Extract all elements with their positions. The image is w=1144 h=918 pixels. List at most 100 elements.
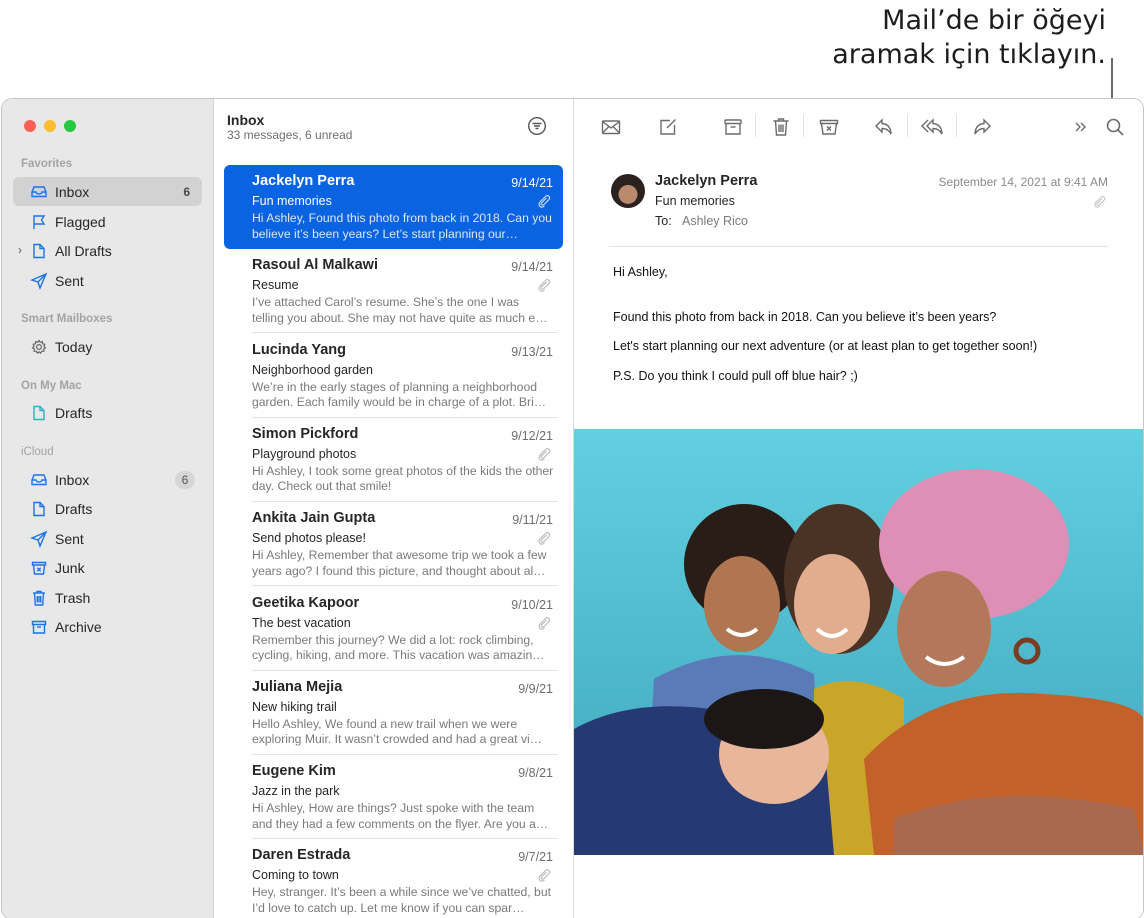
archive-button[interactable] <box>722 116 744 138</box>
sidebar-item-junk[interactable]: Junk <box>13 553 202 582</box>
sidebar-item-all-drafts[interactable]: › All Drafts <box>13 236 202 265</box>
message-row[interactable]: Juliana Mejia 9/9/21 New hiking trail Hello… <box>224 671 563 755</box>
sidebar-item-icloud-sent[interactable]: Sent <box>13 524 202 553</box>
message-preview: Hey, stranger. It’s been a while since w… <box>252 885 551 915</box>
reply-all-button[interactable] <box>920 116 946 138</box>
mail-window: Favorites Inbox 6 Flagged › All Drafts S… <box>1 98 1144 918</box>
sidebar-item-favorites-inbox[interactable]: Inbox 6 <box>13 177 202 206</box>
toolbar-separator <box>907 115 908 137</box>
message-row[interactable]: Lucinda Yang 9/13/21 Neighborhood garden We… <box>224 334 563 418</box>
message-row[interactable]: Geetika Kapoor 9/10/21 The best vacation Re… <box>224 587 563 671</box>
message-list: Inbox 33 messages, 6 unread Jackelyn Per… <box>214 99 574 918</box>
compose-button[interactable] <box>657 116 679 138</box>
message-row[interactable]: Rasoul Al Malkawi 9/14/21 Resume I’ve attac… <box>224 249 563 334</box>
sidebar-item-label: Sent <box>55 272 84 289</box>
minimize-button[interactable] <box>44 120 56 132</box>
trash-icon <box>30 589 48 607</box>
sidebar-item-mac-drafts[interactable]: Drafts <box>13 398 202 427</box>
sidebar-item-today[interactable]: Today <box>13 332 202 361</box>
search-button[interactable] <box>1104 116 1126 138</box>
paperplane-icon <box>30 530 48 548</box>
envelope-icon <box>601 120 621 135</box>
flag-icon <box>30 213 48 231</box>
message-preview: I’ve attached Carol’s resume. She’s the … <box>252 295 548 325</box>
reply-icon <box>875 118 892 135</box>
attachment-icon <box>1093 195 1106 208</box>
sender-name[interactable]: Jackelyn Perra <box>655 173 757 189</box>
trash-icon <box>773 118 789 136</box>
message-preview: Hi Ashley, I took some great photos of t… <box>252 463 554 494</box>
toolbar-separator <box>803 115 804 137</box>
forward-icon <box>974 118 991 135</box>
zoom-button[interactable] <box>64 120 76 132</box>
message-sender: Lucinda Yang <box>252 341 347 358</box>
message-sender: Jackelyn Perra <box>252 173 355 189</box>
header-divider <box>609 246 1108 247</box>
attachment-icon <box>537 616 551 630</box>
message-date: 9/14/21 <box>511 260 553 275</box>
toolbar-separator <box>956 115 957 137</box>
sidebar-item-flagged[interactable]: Flagged <box>13 207 202 236</box>
message-subject: Fun memories <box>252 194 332 208</box>
sidebar-item-icloud-inbox[interactable]: Inbox 6 <box>13 465 202 494</box>
sidebar-item-sent[interactable]: Sent <box>13 266 202 295</box>
recipient-name[interactable]: Ashley Rico <box>682 214 748 228</box>
attached-photo[interactable] <box>574 429 1143 855</box>
message-subject: Playground photos <box>252 446 357 461</box>
reply-button[interactable] <box>873 116 895 138</box>
message-subject: Jazz in the park <box>252 784 340 799</box>
message-preview: Hi Ashley, How are things? Just spoke wi… <box>252 801 549 831</box>
attachment-icon <box>537 531 551 545</box>
sidebar-item-trash[interactable]: Trash <box>13 583 202 612</box>
message-sender: Ankita Jain Gupta <box>252 510 376 527</box>
filter-icon <box>527 116 547 136</box>
get-mail-button[interactable] <box>600 116 622 138</box>
message-sender: Daren Estrada <box>252 847 351 864</box>
mailbox-title: Inbox <box>227 112 265 128</box>
message-preview: Hi Ashley, Remember that awesome trip we… <box>252 548 547 578</box>
message-sender: Rasoul Al Malkawi <box>252 257 378 274</box>
compose-icon <box>660 119 676 135</box>
forward-button[interactable] <box>971 116 993 138</box>
sidebar-item-archive[interactable]: Archive <box>13 612 202 641</box>
message-row[interactable]: Jackelyn Perra 9/14/21 Fun memories Hi Ashl… <box>224 165 563 249</box>
message-date: 9/12/21 <box>511 428 553 443</box>
search-icon <box>1106 118 1124 136</box>
sidebar-item-label: Drafts <box>55 500 93 517</box>
chevron-double-right-icon <box>1075 122 1086 132</box>
sidebar-item-label: Drafts <box>55 404 93 421</box>
inbox-icon <box>30 183 48 201</box>
junk-icon <box>30 559 48 577</box>
message-row[interactable]: Simon Pickford 9/12/21 Playground photos Hi… <box>224 418 563 502</box>
message-row[interactable]: Daren Estrada 9/7/21 Coming to town Hey, st… <box>224 839 563 918</box>
photo-illustration <box>574 429 1143 855</box>
message-preview: Remember this journey? We did a lot: roc… <box>252 632 545 663</box>
message-preview: We’re in the early stages of planning a … <box>252 379 547 410</box>
chevron-right-icon[interactable]: › <box>18 243 22 257</box>
message-sender: Juliana Mejia <box>252 678 343 695</box>
section-favorites: Favorites <box>21 158 73 170</box>
attachment-icon <box>537 868 551 883</box>
section-icloud: iCloud <box>21 446 54 458</box>
junk-button[interactable] <box>818 116 840 138</box>
message-sender: Simon Pickford <box>252 425 359 442</box>
message-row[interactable]: Ankita Jain Gupta 9/11/21 Send photos plea… <box>224 502 563 587</box>
sidebar-item-label: All Drafts <box>55 242 112 259</box>
more-button[interactable] <box>1070 116 1092 138</box>
recipient-label: To: <box>655 214 672 228</box>
sidebar-item-icloud-drafts[interactable]: Drafts <box>13 494 202 523</box>
message-date: September 14, 2021 at 9:41 AM <box>938 175 1108 189</box>
filter-button[interactable] <box>527 116 547 136</box>
attachment-icon <box>537 194 551 208</box>
delete-button[interactable] <box>770 116 792 138</box>
sidebar-item-label: Today <box>55 338 93 355</box>
message-subject: Resume <box>252 278 299 293</box>
close-button[interactable] <box>24 120 36 132</box>
message-row[interactable]: Eugene Kim 9/8/21 Jazz in the park Hi Ashle… <box>224 755 563 840</box>
section-smart-mailboxes: Smart Mailboxes <box>21 313 113 325</box>
message-subject: Coming to town <box>252 868 339 883</box>
mailbox-summary: 33 messages, 6 unread <box>227 128 353 142</box>
sender-avatar[interactable] <box>611 174 645 208</box>
reply-all-icon <box>921 118 943 135</box>
archive-icon <box>724 119 742 135</box>
